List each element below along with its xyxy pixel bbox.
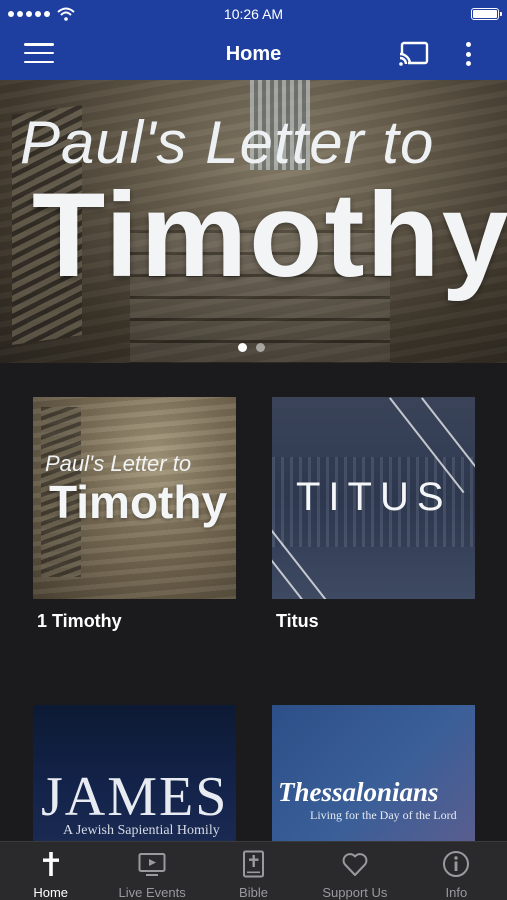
tab-bible[interactable]: Bible: [203, 842, 304, 900]
hamburger-icon: [24, 43, 54, 46]
tab-label: Info: [445, 885, 468, 900]
series-label[interactable]: Titus: [276, 611, 319, 632]
tab-info[interactable]: Info: [406, 842, 507, 900]
battery-icon: [471, 8, 502, 20]
tv-icon: [138, 853, 166, 876]
page-dot-active[interactable]: [238, 343, 247, 352]
page-title: Home: [225, 42, 282, 65]
menu-button[interactable]: [24, 40, 54, 66]
heart-icon: [342, 853, 368, 876]
hero-banner[interactable]: Paul's Letter to Timothy: [0, 80, 507, 363]
card-title: TITUS: [296, 475, 452, 519]
series-card-titus[interactable]: TITUS: [272, 397, 475, 599]
tab-home[interactable]: Home: [0, 842, 101, 900]
tab-label: Live Events: [118, 885, 186, 900]
page-indicator[interactable]: [238, 343, 265, 352]
page-dot[interactable]: [256, 343, 265, 352]
cast-icon[interactable]: [398, 40, 430, 68]
hero-title: Timothy: [32, 168, 507, 302]
card-title: JAMES: [41, 766, 229, 828]
tab-support-us[interactable]: Support Us: [304, 842, 405, 900]
cross-icon: [42, 852, 59, 876]
series-card-james[interactable]: JAMES A Jewish Sapiential Homily: [33, 705, 236, 845]
tab-label: Home: [33, 885, 69, 900]
card-subtitle: Paul's Letter to: [45, 451, 192, 476]
card-title: Thessalonians: [278, 777, 439, 807]
bible-icon: [242, 850, 264, 878]
tab-label: Bible: [239, 885, 268, 900]
card-subtitle: A Jewish Sapiential Homily: [63, 823, 220, 838]
hero-subtitle: Paul's Letter to: [20, 109, 435, 176]
info-icon: [443, 851, 470, 877]
status-bar: 10:26 AM: [0, 0, 507, 28]
card-subtitle: Living for the Day of the Lord: [310, 808, 457, 822]
tab-live-events[interactable]: Live Events: [101, 842, 202, 900]
series-card-thessalonians[interactable]: Thessalonians Living for the Day of the …: [272, 705, 475, 845]
more-options-button[interactable]: [456, 40, 480, 68]
series-label[interactable]: 1 Timothy: [37, 611, 122, 632]
tab-bar: Home Live Events Bible Support Us Info: [0, 841, 507, 900]
nav-bar: Home: [0, 28, 507, 80]
status-time: 10:26 AM: [223, 6, 284, 22]
card-title: Timothy: [49, 476, 228, 528]
tab-label: Support Us: [322, 885, 388, 900]
series-card-timothy[interactable]: Paul's Letter to Timothy: [33, 397, 236, 599]
